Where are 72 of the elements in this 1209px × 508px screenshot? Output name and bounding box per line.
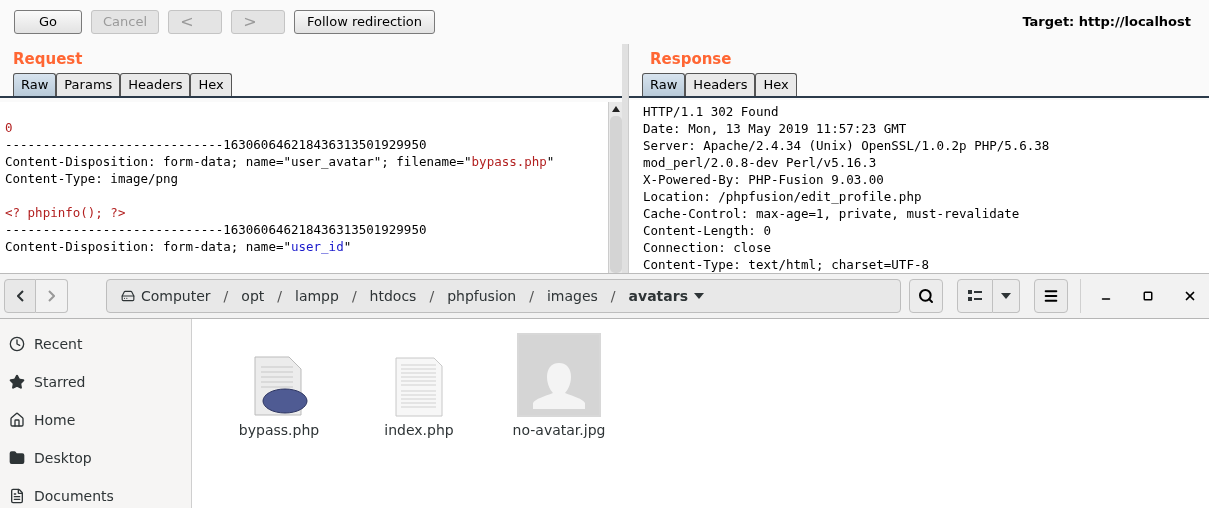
sidebar-item[interactable]: Recent: [0, 325, 191, 363]
editor-tab[interactable]: Params: [56, 73, 121, 96]
path-separator: /: [350, 286, 358, 306]
clock-icon: [9, 336, 25, 352]
file-name[interactable]: bypass.php: [238, 420, 320, 441]
view-options-button[interactable]: [992, 279, 1020, 313]
path-crumb[interactable]: avatars: [628, 285, 704, 307]
chevron-left-icon: [16, 290, 24, 302]
code-line: Content-Length: 0: [643, 222, 771, 239]
path-crumb[interactable]: Computer: [121, 285, 211, 307]
code-line: Connection: close: [643, 239, 771, 256]
chevron-right-icon: [48, 290, 55, 302]
scrollbar[interactable]: [608, 102, 622, 273]
code-line: -----------------------------163060646218436313501929950: [5, 136, 427, 153]
code-line: Server: Apache/2.4.34 (Unix) OpenSSL/1.0.2p PHP/5.6.38: [643, 137, 1050, 154]
view-button[interactable]: [956, 279, 993, 313]
code-line: X-Powered-By: PHP-Fusion 9.03.00: [643, 171, 884, 188]
sidebar-item[interactable]: Home: [0, 401, 191, 439]
back-button[interactable]: [4, 279, 36, 313]
toolbar-button[interactable]: Follow redirection: [294, 10, 435, 34]
folder-icon: [9, 450, 25, 466]
code-line: Location: /phpfusion/edit_profile.php: [643, 188, 922, 205]
path-crumb[interactable]: opt: [241, 285, 265, 307]
code-line: Content-Type: image/png: [5, 170, 179, 187]
file-name[interactable]: index.php: [384, 420, 454, 441]
code-line: HTTP/1.1 302 Found: [643, 103, 779, 120]
code-line: mod_perl/2.0.8-dev Perl/v5.16.3: [643, 154, 877, 171]
up-arrow-icon: [611, 106, 620, 112]
editor-tab[interactable]: Headers: [685, 73, 756, 96]
search-icon: [917, 288, 934, 304]
sidebar-item[interactable]: Starred: [0, 363, 191, 401]
panel-title: Response: [649, 48, 732, 70]
sidebar-item[interactable]: Desktop: [0, 439, 191, 477]
menu-icon: [1042, 288, 1059, 304]
code-line: Cache-Control: max-age=1, private, must-revalidate: [643, 205, 1020, 222]
path-separator: /: [428, 286, 436, 306]
code-line: Content-Disposition: form-data; name="user_id": [5, 238, 352, 255]
path-separator: /: [609, 286, 617, 306]
drive-icon: [121, 289, 135, 303]
editor-tab[interactable]: Raw: [642, 73, 686, 96]
editor-tab[interactable]: Hex: [755, 73, 797, 96]
document-icon: [9, 488, 25, 504]
path-separator: /: [276, 286, 283, 306]
caret-icon: [693, 293, 704, 299]
code-line: Content-Type: text/html; charset=UTF-8: [643, 256, 929, 273]
home-icon: [9, 412, 25, 428]
editor-tab[interactable]: Hex: [190, 73, 232, 96]
code-line: <? phpinfo(); ?>: [5, 204, 126, 221]
path-crumb[interactable]: htdocs: [369, 285, 417, 307]
sidebar-item[interactable]: Documents: [0, 477, 191, 508]
editor-tab[interactable]: Headers: [120, 73, 191, 96]
code-line: Date: Mon, 13 May 2019 11:57:23 GMT: [643, 120, 907, 137]
target-label: Target: http://localhost: [1022, 13, 1192, 32]
star-icon: [9, 374, 25, 390]
code-line: -----------------------------163060646218436313501929950: [5, 221, 427, 238]
path-crumb[interactable]: lampp: [295, 285, 339, 307]
search-button[interactable]: [908, 279, 943, 313]
file-name[interactable]: no-avatar.jpg: [512, 420, 606, 441]
maximize-icon: [1142, 291, 1153, 301]
path-crumb[interactable]: phpfusion: [447, 285, 517, 307]
path-separator: /: [528, 286, 535, 306]
caret-icon: [1000, 293, 1011, 299]
panel-title: Request: [12, 48, 83, 70]
code-line: 0: [5, 119, 13, 136]
path-separator: /: [222, 286, 230, 306]
editor-tab[interactable]: Raw: [13, 73, 57, 96]
code-line: Content-Disposition: form-data; name="user_avatar"; filename="bypass.php": [5, 153, 555, 170]
text-file-icon: [394, 357, 444, 417]
path-crumb[interactable]: images: [546, 285, 598, 307]
list-view-icon: [967, 290, 982, 302]
toolbar-button[interactable]: Go: [14, 10, 82, 34]
menu-button[interactable]: [1033, 279, 1068, 313]
